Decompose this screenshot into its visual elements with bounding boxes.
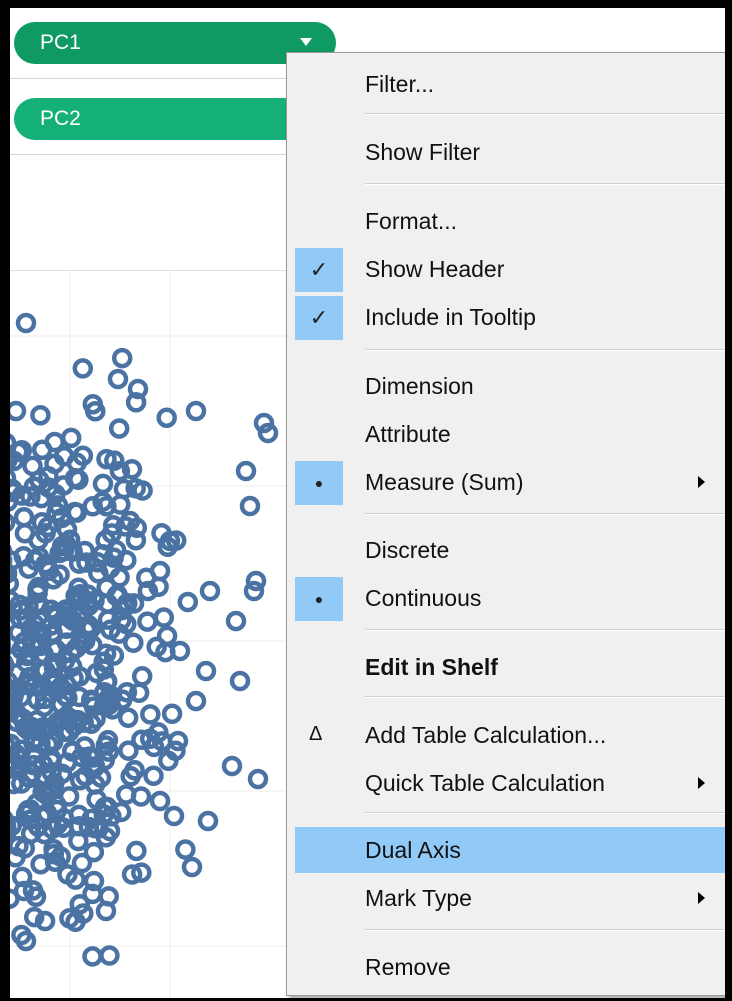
radio-dot-icon: ● — [295, 461, 343, 505]
menu-separator — [365, 696, 725, 698]
scatter-mark[interactable] — [163, 805, 185, 827]
radio-dot-icon: ● — [295, 577, 343, 621]
submenu-arrow-icon — [698, 777, 705, 789]
scatter-mark[interactable] — [10, 400, 27, 422]
menu-item-label: Show Filter — [365, 139, 481, 165]
menu-item-label: Dimension — [365, 373, 474, 399]
scatter-mark[interactable] — [108, 418, 130, 439]
menu-item-quick-table-calculation[interactable]: Quick Table Calculation — [287, 760, 725, 806]
delta-icon: Δ — [309, 723, 323, 745]
workspace: PC1 PC2 Filter... Show Filter Format... ✓ Sh… — [10, 8, 725, 998]
menu-separator — [365, 183, 725, 185]
menu-item-show-filter[interactable]: Show Filter — [287, 129, 725, 175]
menu-separator — [365, 113, 725, 115]
scatter-mark[interactable] — [149, 790, 171, 812]
menu-item-dimension[interactable]: Dimension — [287, 363, 725, 409]
scatter-mark[interactable] — [185, 690, 207, 712]
scatter-mark[interactable] — [175, 839, 196, 860]
menu-item-label: Quick Table Calculation — [365, 770, 605, 796]
dropdown-arrow-icon[interactable] — [300, 38, 312, 46]
scatter-mark[interactable] — [153, 607, 175, 628]
menu-item-label: Show Header — [365, 256, 505, 282]
scatter-mark[interactable] — [107, 368, 129, 390]
scatter-mark[interactable] — [99, 945, 120, 966]
menu-item-discrete[interactable]: Discrete — [287, 527, 725, 573]
menu-item-edit-in-shelf[interactable]: Edit in Shelf — [287, 644, 725, 690]
menu-separator — [365, 629, 725, 631]
menu-separator — [365, 812, 725, 814]
scatter-mark[interactable] — [161, 703, 183, 725]
menu-item-label: Mark Type — [365, 885, 472, 911]
scatter-mark[interactable] — [10, 655, 14, 671]
scatter-mark[interactable] — [221, 755, 243, 777]
scatter-mark[interactable] — [60, 427, 82, 449]
check-icon: ✓ — [295, 296, 343, 340]
menu-item-label: Filter... — [365, 71, 435, 97]
scatter-mark[interactable] — [235, 460, 257, 482]
menu-item-label: Include in Tooltip — [365, 304, 536, 330]
menu-item-label: Discrete — [365, 537, 450, 563]
check-icon: ✓ — [295, 248, 343, 292]
pill-pc2[interactable]: PC2 — [14, 98, 314, 140]
scatter-mark[interactable] — [247, 768, 269, 790]
scatter-mark[interactable] — [71, 852, 93, 874]
context-menu: Filter... Show Filter Format... ✓ Show Heade… — [286, 52, 725, 996]
scatter-mark[interactable] — [229, 670, 251, 692]
menu-item-highlight — [295, 827, 725, 873]
menu-item-continuous[interactable]: ● Continuous — [287, 575, 725, 621]
scatter-mark[interactable] — [72, 358, 94, 379]
submenu-arrow-icon — [698, 892, 705, 904]
menu-separator — [365, 349, 725, 351]
menu-item-include-in-tooltip[interactable]: ✓ Include in Tooltip — [287, 294, 725, 340]
scatter-mark[interactable] — [185, 400, 207, 422]
scatter-mark[interactable] — [10, 565, 15, 584]
menu-item-format[interactable]: Format... — [287, 198, 725, 244]
menu-separator — [365, 513, 725, 515]
menu-item-label: Format... — [365, 208, 458, 234]
scatter-mark[interactable] — [177, 591, 199, 613]
menu-item-label: Attribute — [365, 421, 451, 447]
scatter-mark[interactable] — [126, 840, 147, 862]
scatter-mark[interactable] — [10, 513, 16, 532]
menu-item-attribute[interactable]: Attribute — [287, 411, 725, 457]
scatter-mark[interactable] — [197, 810, 219, 832]
scatter-mark[interactable] — [225, 610, 247, 632]
scatter-mark[interactable] — [14, 522, 36, 544]
menu-item-measure-sum[interactable]: ● Measure (Sum) — [287, 459, 725, 505]
submenu-arrow-icon — [698, 476, 705, 488]
scatter-mark[interactable] — [199, 580, 221, 602]
scatter-mark[interactable] — [239, 495, 261, 517]
scatter-mark[interactable] — [140, 704, 161, 725]
scatter-mark[interactable] — [111, 347, 133, 369]
scatter-mark[interactable] — [13, 506, 35, 528]
menu-item-label: Add Table Calculation... — [365, 722, 607, 748]
menu-item-label: Continuous — [365, 585, 482, 611]
menu-item-label: Measure (Sum) — [365, 469, 524, 495]
scatter-mark[interactable] — [143, 765, 164, 786]
menu-item-filter[interactable]: Filter... — [287, 61, 725, 107]
menu-item-add-table-calculation[interactable]: Δ Add Table Calculation... — [287, 712, 725, 758]
scatter-mark[interactable] — [137, 611, 158, 632]
menu-item-show-header[interactable]: ✓ Show Header — [287, 246, 725, 292]
scatter-mark[interactable] — [195, 660, 217, 682]
menu-item-label: Edit in Shelf — [365, 654, 498, 680]
menu-item-remove[interactable]: Remove — [287, 944, 725, 990]
pill-label: PC2 — [40, 107, 81, 130]
scatter-mark[interactable] — [92, 473, 114, 495]
pill-label: PC1 — [40, 31, 81, 54]
scatter-mark[interactable] — [82, 946, 103, 967]
menu-item-label: Remove — [365, 954, 451, 980]
menu-item-label: Dual Axis — [365, 837, 461, 863]
menu-item-mark-type[interactable]: Mark Type — [287, 875, 725, 921]
scatter-mark[interactable] — [131, 666, 153, 687]
scatter-mark[interactable] — [30, 404, 51, 426]
scatter-mark[interactable] — [156, 407, 177, 428]
scatter-mark[interactable] — [117, 707, 139, 729]
scatter-mark[interactable] — [181, 856, 203, 878]
scatter-mark[interactable] — [15, 312, 37, 334]
menu-item-dual-axis[interactable]: Dual Axis — [287, 827, 725, 873]
menu-separator — [365, 929, 725, 931]
